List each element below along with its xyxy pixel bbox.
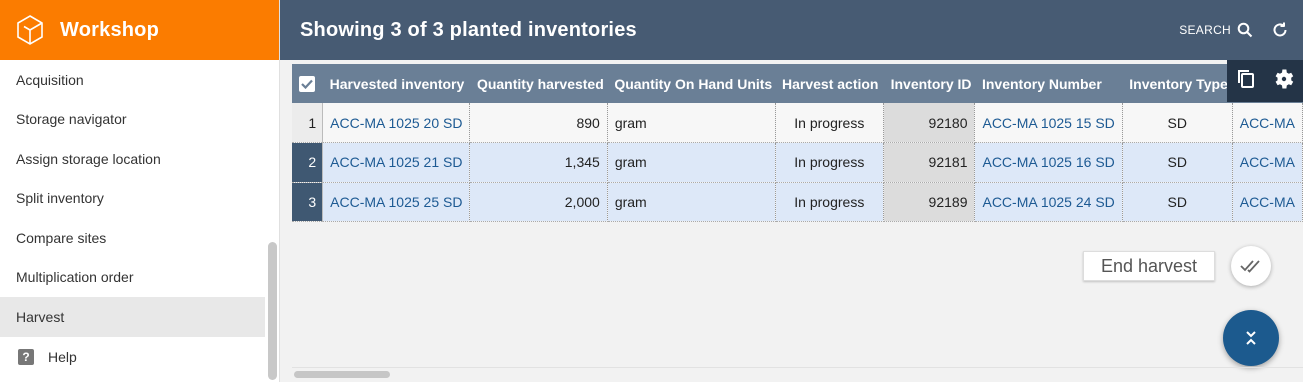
app: Workshop Acquisition Storage navigator A… [0, 0, 1303, 382]
header: Showing 3 of 3 planted inventories SEARC… [280, 0, 1303, 60]
table-row[interactable]: 3 ACC-MA 1025 25 SD 2,000 gram In progre… [292, 182, 1303, 222]
select-all-checkbox[interactable] [292, 64, 323, 103]
copy-icon [1237, 69, 1254, 88]
workshop-logo-icon [17, 15, 43, 45]
sidebar-nav: Acquisition Storage navigator Assign sto… [0, 60, 265, 377]
sidebar-scrollbar[interactable] [268, 242, 277, 380]
gear-icon [1275, 69, 1293, 88]
row-number[interactable]: 1 [292, 103, 324, 143]
table-header-row: Harvested inventory Quantity harvested Q… [292, 64, 1303, 103]
refresh-button[interactable] [1271, 21, 1289, 39]
inventory-table: Harvested inventory Quantity harvested Q… [292, 64, 1303, 222]
units-cell[interactable]: gram [607, 142, 776, 183]
collapse-fab-button[interactable] [1223, 310, 1279, 366]
sidebar-item-help[interactable]: ? Help [0, 337, 265, 377]
inventory-type-cell[interactable]: SD [1122, 103, 1233, 143]
inventory-number-cell[interactable]: ACC-MA 1025 16 SD [974, 142, 1123, 183]
sidebar-item-multiplication-order[interactable]: Multiplication order [0, 258, 265, 298]
quantity-cell[interactable]: 2,000 [469, 182, 608, 222]
column-header-inventory-type[interactable]: Inventory Type [1122, 64, 1233, 103]
column-header-harvest-action[interactable]: Harvest action [775, 64, 884, 103]
units-cell[interactable]: gram [607, 182, 776, 222]
inventory-grid: Harvested inventory Quantity harvested Q… [292, 64, 1303, 223]
sidebar-item-harvest[interactable]: Harvest [0, 297, 265, 337]
harvested-inventory-cell[interactable]: ACC-MA 1025 20 SD [322, 103, 471, 143]
harvest-action-cell[interactable]: In progress [775, 142, 885, 183]
harvested-inventory-cell[interactable]: ACC-MA 1025 21 SD [322, 142, 471, 183]
confirm-button[interactable] [1231, 246, 1271, 286]
inventory-type-cell[interactable]: SD [1122, 142, 1233, 183]
divider [292, 367, 1303, 368]
inventory-id-cell: 92189 [883, 182, 976, 222]
chevrons-collapse-icon [1246, 331, 1256, 345]
brand-bar[interactable]: Workshop [0, 0, 279, 60]
double-check-icon [1240, 260, 1260, 273]
column-header-harvested-inventory[interactable]: Harvested inventory [322, 64, 470, 103]
column-header-quantity-harvested[interactable]: Quantity harvested [469, 64, 608, 103]
quantity-cell[interactable]: 890 [469, 103, 608, 143]
extra-cell[interactable]: ACC-MA [1232, 182, 1303, 222]
column-header-quantity-units[interactable]: Quantity On Hand Units [607, 64, 775, 103]
units-cell[interactable]: gram [607, 103, 776, 143]
settings-button[interactable] [1274, 69, 1294, 94]
help-icon: ? [18, 348, 34, 365]
sidebar-item-assign-storage-location[interactable]: Assign storage location [0, 139, 265, 179]
checkbox-checked-icon [299, 76, 316, 93]
inventory-number-cell[interactable]: ACC-MA 1025 15 SD [974, 103, 1123, 143]
inventory-number-cell[interactable]: ACC-MA 1025 24 SD [974, 182, 1123, 222]
quantity-cell[interactable]: 1,345 [469, 142, 608, 183]
sidebar-item-storage-navigator[interactable]: Storage navigator [0, 100, 265, 140]
sidebar-item-acquisition[interactable]: Acquisition [0, 60, 265, 100]
search-label: SEARCH [1179, 23, 1231, 37]
row-number[interactable]: 3 [292, 182, 324, 222]
inventory-type-cell[interactable]: SD [1122, 182, 1233, 222]
search-button[interactable]: SEARCH [1179, 22, 1253, 38]
table-row[interactable]: 1 ACC-MA 1025 20 SD 890 gram In progress… [292, 103, 1303, 143]
horizontal-scrollbar[interactable] [294, 371, 390, 378]
search-icon [1237, 22, 1253, 38]
inventory-id-cell: 92180 [883, 103, 976, 143]
row-number[interactable]: 2 [292, 142, 324, 183]
sidebar-item-split-inventory[interactable]: Split inventory [0, 179, 265, 219]
sidebar-item-compare-sites[interactable]: Compare sites [0, 218, 265, 258]
sidebar: Workshop Acquisition Storage navigator A… [0, 0, 280, 382]
extra-cell[interactable]: ACC-MA [1232, 142, 1303, 183]
harvested-inventory-cell[interactable]: ACC-MA 1025 25 SD [322, 182, 471, 222]
column-header-inventory-id[interactable]: Inventory ID [883, 64, 975, 103]
app-title: Workshop [60, 18, 160, 41]
column-header-inventory-number[interactable]: Inventory Number [974, 64, 1123, 103]
harvest-action-cell[interactable]: In progress [775, 182, 885, 222]
end-harvest-button[interactable]: End harvest [1083, 251, 1215, 281]
extra-cell[interactable]: ACC-MA [1232, 103, 1303, 143]
grid-toolbar [1227, 60, 1303, 102]
table-row[interactable]: 2 ACC-MA 1025 21 SD 1,345 gram In progre… [292, 142, 1303, 183]
help-label: Help [48, 348, 77, 365]
refresh-icon [1273, 22, 1287, 37]
harvest-action-cell[interactable]: In progress [775, 103, 885, 143]
copy-button[interactable] [1237, 69, 1255, 94]
page-title: Showing 3 of 3 planted inventories [300, 18, 637, 41]
inventory-id-cell: 92181 [883, 142, 976, 183]
